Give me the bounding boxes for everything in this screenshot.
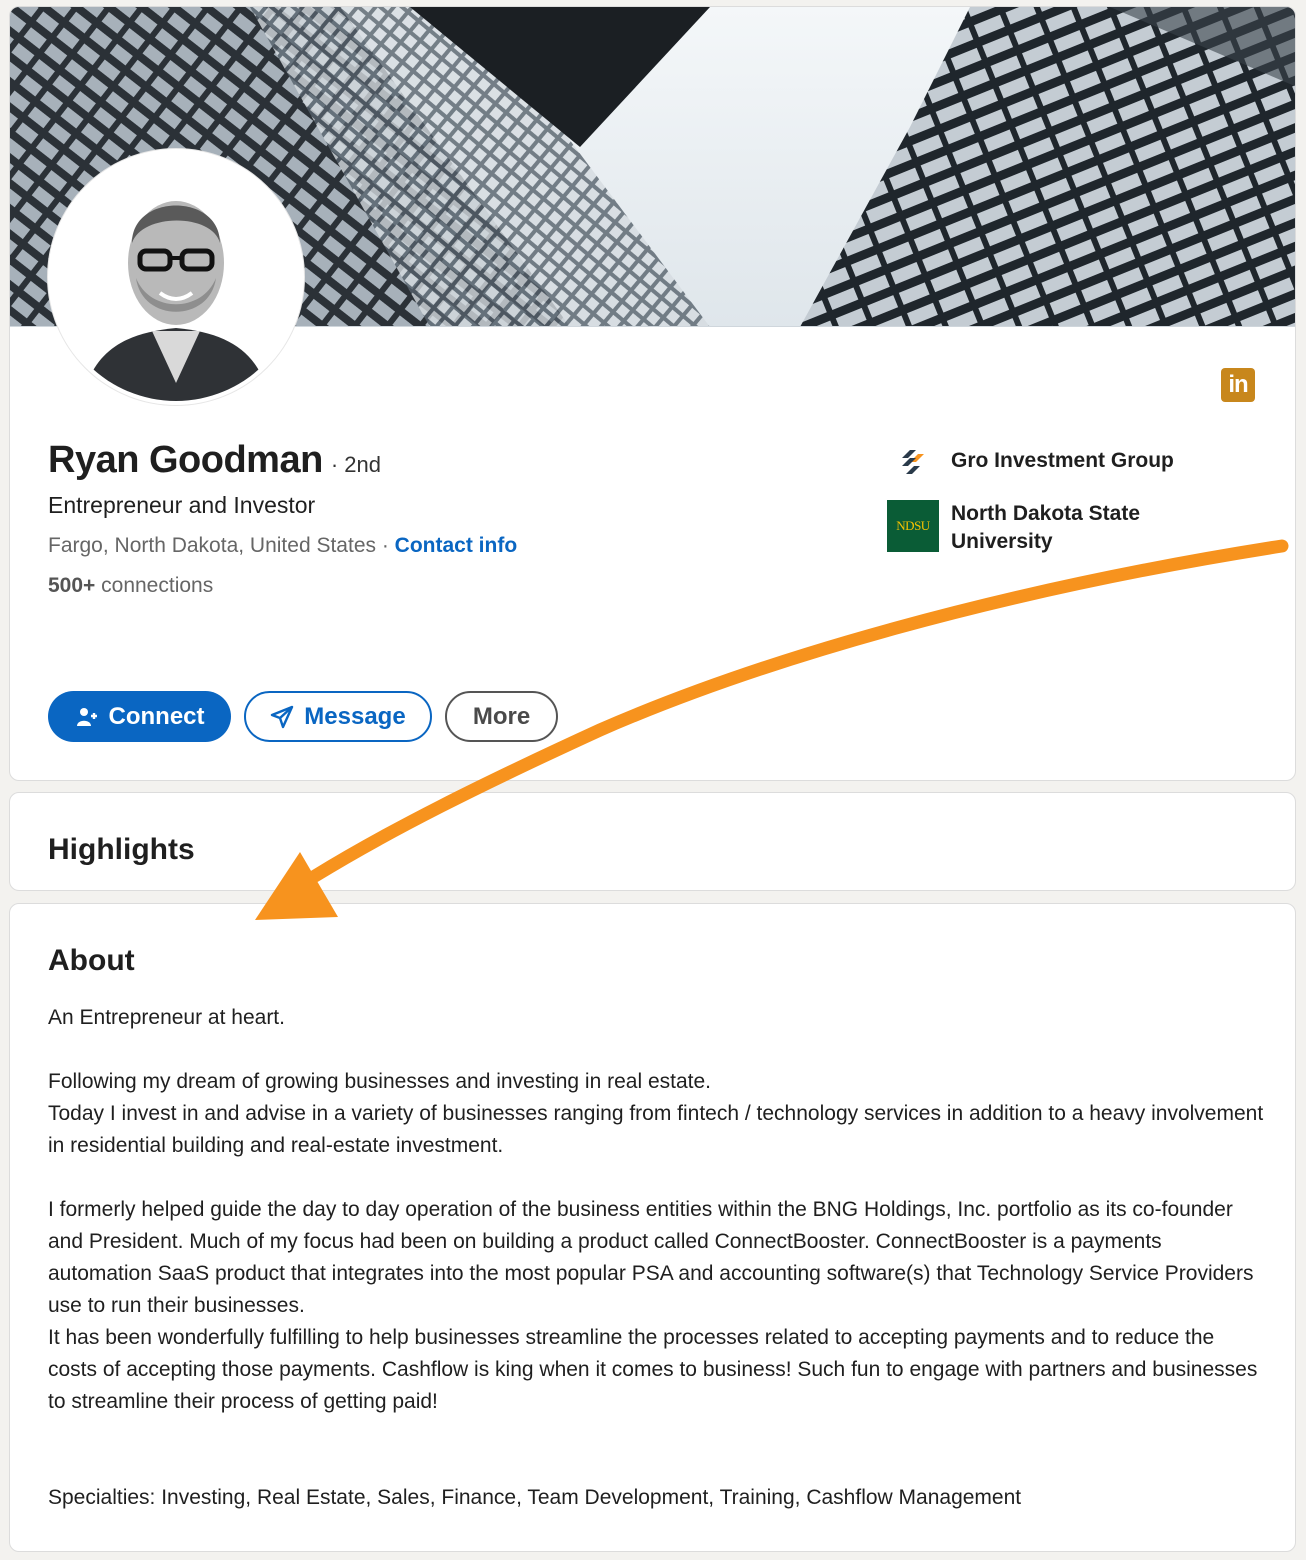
highlights-card: Highlights bbox=[9, 792, 1296, 891]
ndsu-logo: NDSU bbox=[887, 500, 939, 552]
send-icon bbox=[270, 705, 294, 729]
connections-count[interactable]: 500+ connections bbox=[48, 574, 213, 598]
connect-label: Connect bbox=[108, 702, 205, 730]
message-label: Message bbox=[304, 702, 406, 730]
about-paragraph: An Entrepreneur at heart. bbox=[48, 1006, 285, 1029]
linkedin-icon[interactable]: in bbox=[1221, 368, 1255, 402]
contact-info-link[interactable]: Contact info bbox=[395, 534, 517, 557]
location-row: Fargo, North Dakota, United States · Con… bbox=[48, 534, 517, 558]
add-person-icon bbox=[75, 705, 99, 729]
connections-number: 500+ bbox=[48, 574, 96, 597]
more-button[interactable]: More bbox=[445, 691, 558, 742]
about-paragraph: Today I invest in and advise in a variet… bbox=[48, 1102, 1264, 1157]
message-button[interactable]: Message bbox=[244, 691, 432, 742]
about-card: About An Entrepreneur at heart. Followin… bbox=[9, 903, 1296, 1552]
org-name: North Dakota State University bbox=[951, 502, 1141, 553]
gro-logo-icon bbox=[887, 447, 939, 479]
connect-button[interactable]: Connect bbox=[48, 691, 231, 742]
org-gro-investment[interactable]: Gro Investment Group bbox=[887, 447, 1174, 479]
highlights-title: Highlights bbox=[48, 833, 195, 866]
profile-card: in Ryan Goodman · 2nd Entrepreneur and I… bbox=[9, 6, 1296, 781]
about-title: About bbox=[48, 944, 135, 977]
profile-name: Ryan Goodman bbox=[48, 439, 323, 481]
about-paragraph: Following my dream of growing businesses… bbox=[48, 1070, 712, 1093]
connections-label: connections bbox=[95, 574, 214, 597]
profile-headline: Entrepreneur and Investor bbox=[48, 492, 316, 518]
connection-degree: · 2nd bbox=[330, 452, 381, 477]
name-row: Ryan Goodman · 2nd bbox=[48, 439, 381, 482]
org-ndsu[interactable]: NDSU North Dakota State University bbox=[887, 500, 1171, 556]
specialties: Specialties: Investing, Real Estate, Sal… bbox=[48, 1486, 1022, 1509]
about-text: An Entrepreneur at heart. Following my d… bbox=[48, 1002, 1268, 1514]
more-label: More bbox=[472, 702, 531, 730]
about-paragraph: It has been wonderfully fulfilling to he… bbox=[48, 1326, 1258, 1413]
separator: · bbox=[376, 534, 395, 557]
about-paragraph: I formerly helped guide the day to day o… bbox=[48, 1198, 1254, 1317]
profile-location: Fargo, North Dakota, United States bbox=[48, 534, 376, 557]
org-name: Gro Investment Group bbox=[951, 449, 1174, 472]
profile-avatar[interactable] bbox=[48, 149, 304, 405]
